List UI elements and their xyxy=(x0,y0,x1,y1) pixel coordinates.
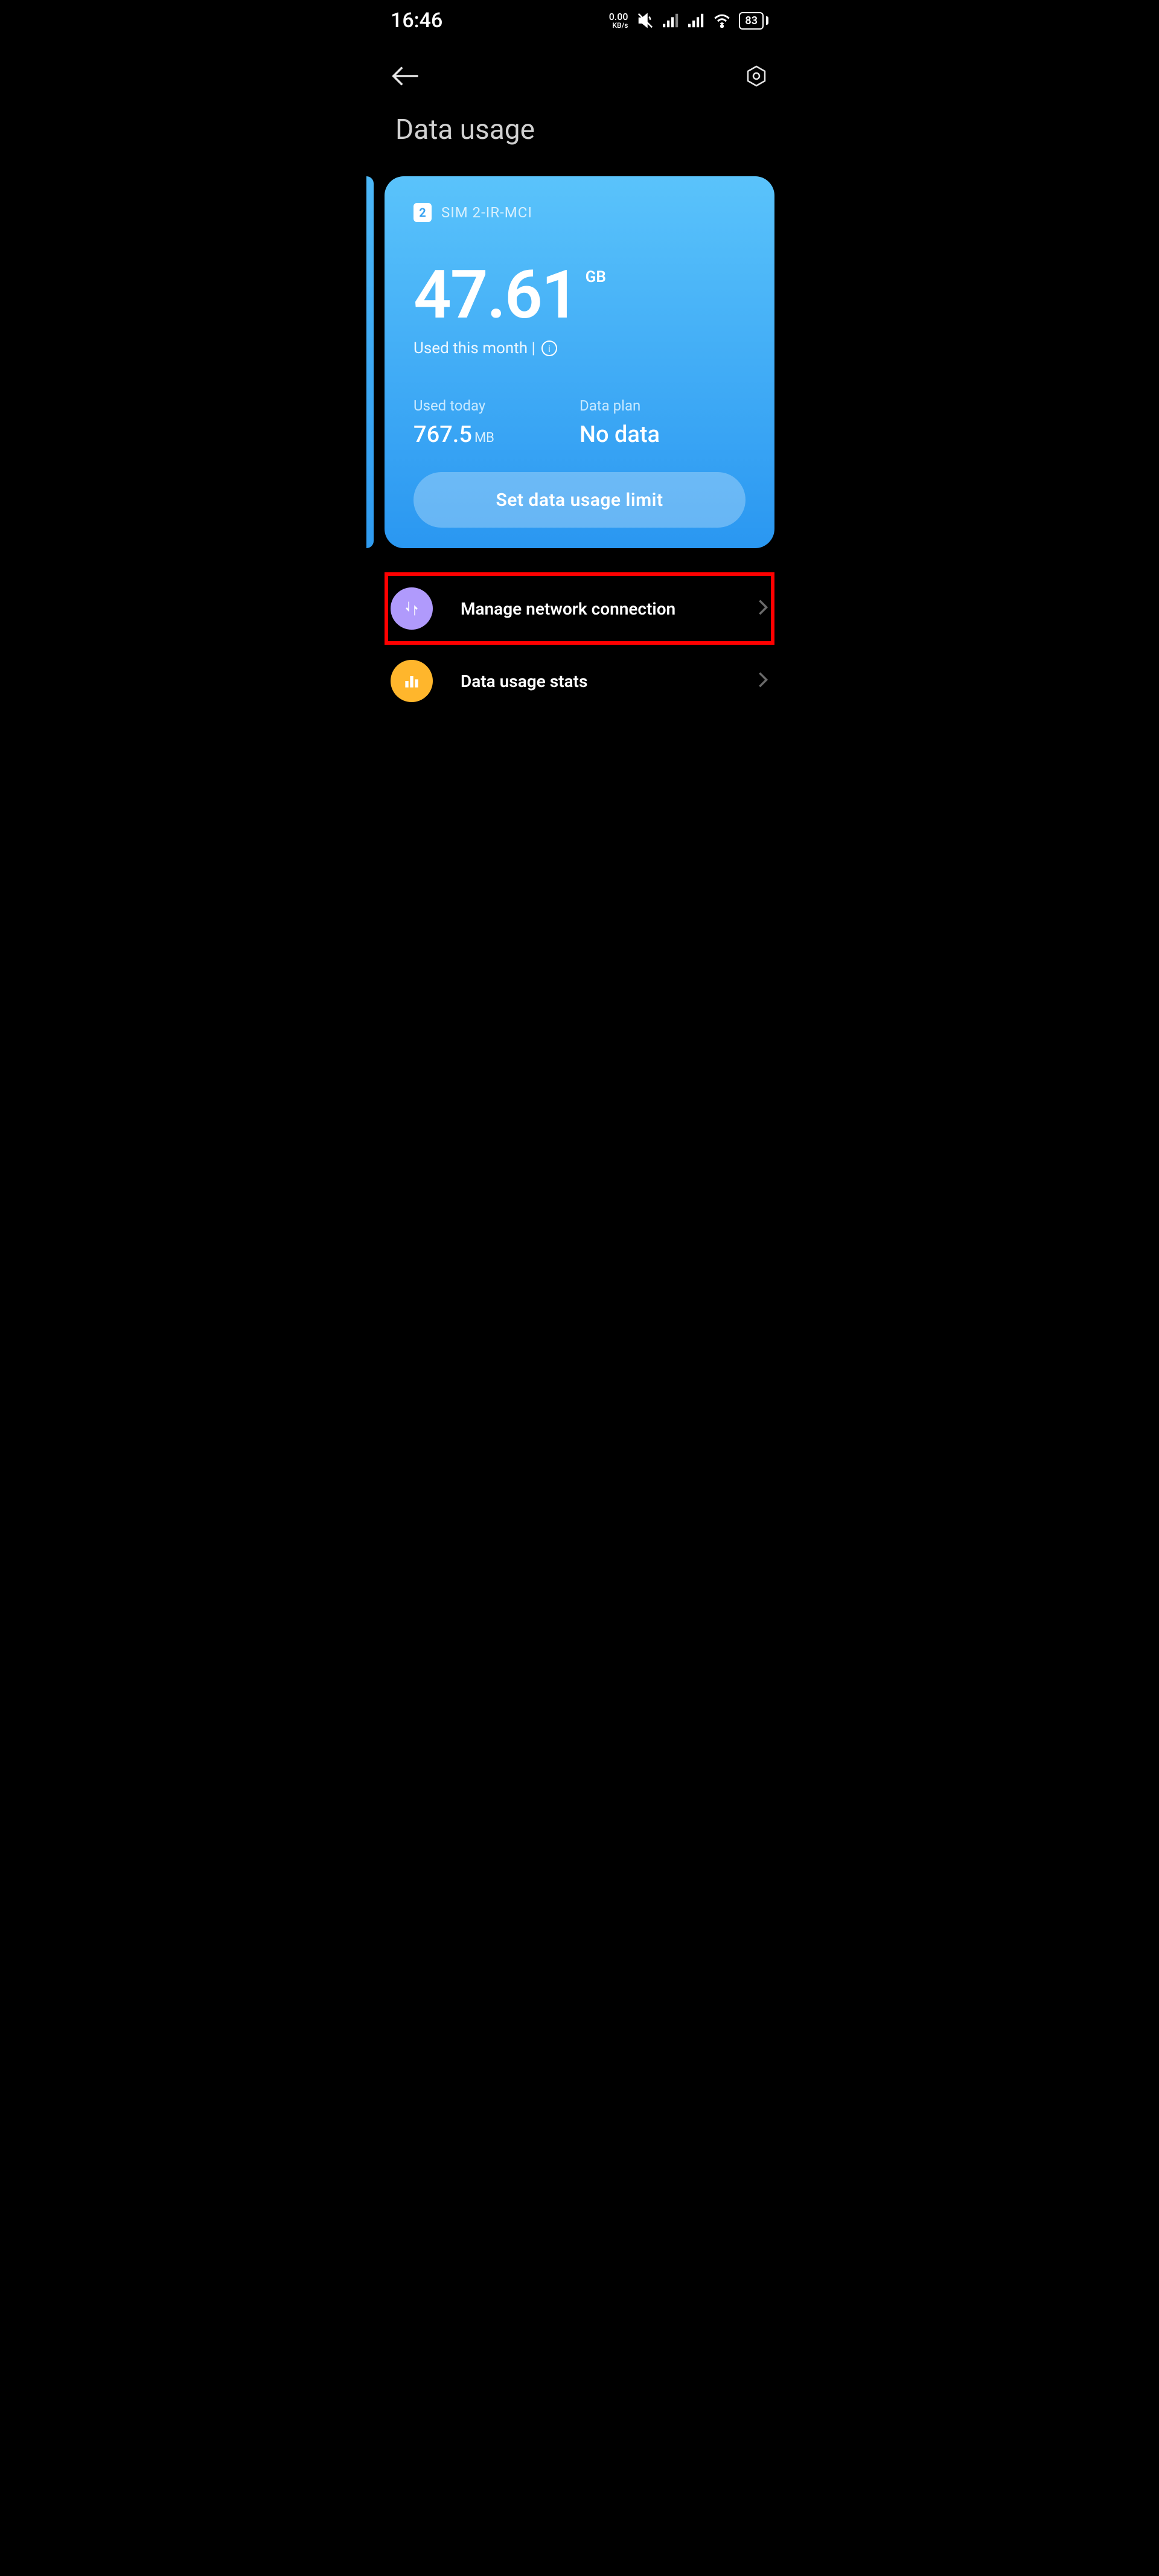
manage-network-label: Manage network connection xyxy=(461,599,730,619)
info-icon[interactable]: i xyxy=(541,340,557,356)
wifi-icon xyxy=(714,13,730,28)
data-plan-label: Data plan xyxy=(580,397,746,414)
back-button[interactable] xyxy=(391,64,420,91)
chevron-right-icon xyxy=(758,599,768,618)
sim-slot-badge: 2 xyxy=(413,203,432,222)
sim-card: 2 SIM 2-IR-MCI 47.61 GB Used this month … xyxy=(385,176,774,548)
sim-card-prev-peek[interactable] xyxy=(366,176,374,548)
month-usage-unit: GB xyxy=(586,268,606,286)
chevron-right-icon xyxy=(758,671,768,691)
manage-network-row[interactable]: Manage network connection xyxy=(385,572,774,645)
used-today-label: Used today xyxy=(413,397,580,414)
used-today-unit: MB xyxy=(474,430,494,446)
settings-button[interactable] xyxy=(744,64,768,91)
month-usage: 47.61 GB xyxy=(413,262,746,328)
status-right: 0.00 KB/s xyxy=(609,11,768,30)
bar-chart-icon xyxy=(391,660,433,702)
signal-icon-2 xyxy=(688,13,705,28)
used-today: Used today 767.5MB xyxy=(413,397,580,448)
sim-cards-carousel[interactable]: 2 SIM 2-IR-MCI 47.61 GB Used this month … xyxy=(366,176,793,548)
page-title: Data usage xyxy=(366,95,793,176)
month-usage-value: 47.61 xyxy=(413,262,578,328)
status-bar: 16:46 0.00 KB/s xyxy=(366,0,793,41)
data-plan-value: No data xyxy=(580,421,746,448)
data-plan: Data plan No data xyxy=(580,397,746,448)
set-data-limit-button[interactable]: Set data usage limit xyxy=(413,472,746,528)
stats-row: Used today 767.5MB Data plan No data xyxy=(413,397,746,448)
signal-icon-1 xyxy=(663,13,680,28)
network-arrows-icon xyxy=(391,587,433,630)
network-speed: 0.00 KB/s xyxy=(609,12,628,29)
used-today-value: 767.5MB xyxy=(413,421,580,448)
mute-icon xyxy=(636,11,654,30)
battery-level: 83 xyxy=(745,14,758,27)
data-usage-stats-label: Data usage stats xyxy=(461,671,730,691)
screen: 16:46 0.00 KB/s xyxy=(366,0,793,717)
data-usage-stats-row[interactable]: Data usage stats xyxy=(385,645,774,717)
network-speed-unit: KB/s xyxy=(609,22,628,29)
battery-indicator: 83 xyxy=(739,12,768,30)
sim-label: 2 SIM 2-IR-MCI xyxy=(413,203,746,222)
options-list: Manage network connection Data usage sta… xyxy=(366,572,793,717)
used-this-month-row[interactable]: Used this month | i xyxy=(413,339,746,357)
sim-name: SIM 2-IR-MCI xyxy=(441,204,532,221)
header xyxy=(366,41,793,95)
used-this-month-label: Used this month | xyxy=(413,339,535,357)
status-time: 16:46 xyxy=(391,8,442,33)
used-today-number: 767.5 xyxy=(413,421,472,448)
